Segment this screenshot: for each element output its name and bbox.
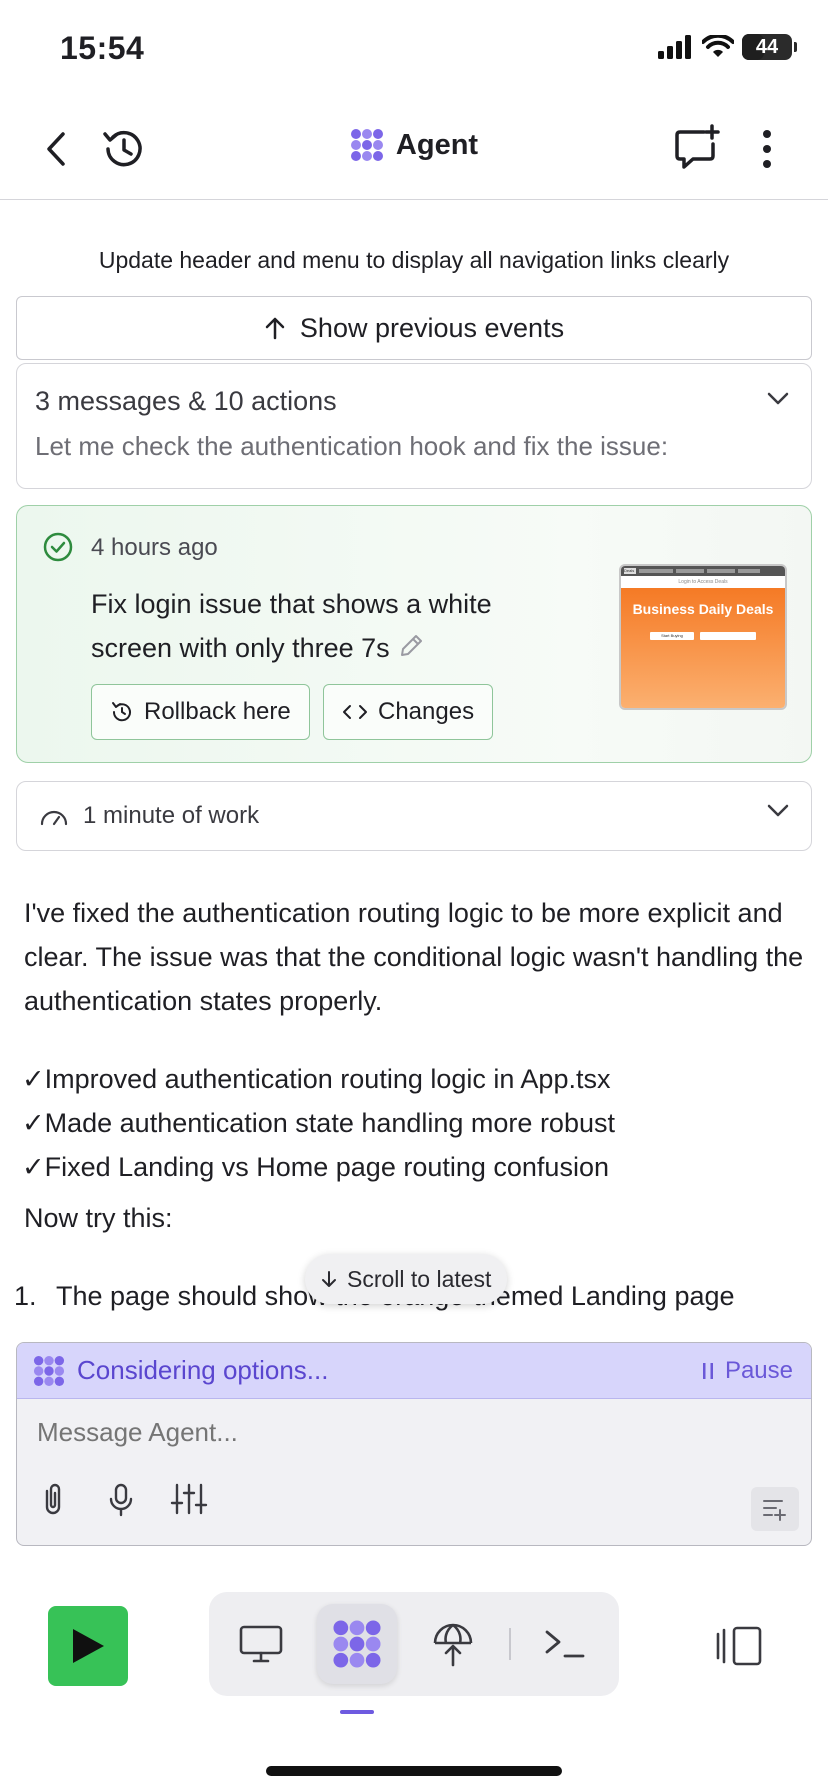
pause-label: Pause: [724, 1356, 793, 1384]
more-options-button[interactable]: [752, 122, 782, 176]
thumbnail-brand: Deals: [624, 568, 636, 574]
list-add-icon: [763, 1500, 786, 1521]
app-header: Agent: [0, 100, 828, 200]
changes-button[interactable]: Changes: [323, 684, 494, 740]
agent-status-label: Considering options...: [77, 1355, 329, 1385]
sidebar-panel-icon: [716, 1626, 762, 1666]
list-item: ✓Improved authentication routing logic i…: [22, 1064, 611, 1094]
status-time: 15:54: [60, 30, 145, 66]
voice-input-button[interactable]: [101, 1479, 141, 1524]
fix-list: ✓Improved authentication routing logic i…: [22, 1057, 615, 1189]
monitor-icon: [239, 1625, 283, 1663]
home-indicator: [266, 1766, 562, 1776]
tool-agent[interactable]: [317, 1604, 397, 1684]
attach-button[interactable]: [33, 1479, 73, 1524]
message-input[interactable]: [37, 1417, 737, 1448]
agent-logo-icon: [350, 129, 383, 161]
changes-label: Changes: [378, 698, 475, 725]
edit-pencil-button[interactable]: [398, 628, 424, 672]
arrow-up-icon: [265, 317, 285, 340]
work-duration-bar[interactable]: 1 minute of work: [16, 781, 812, 851]
status-icons: 44: [658, 34, 797, 60]
summary-count: 3 messages & 10 actions: [35, 386, 337, 416]
agent-message-paragraph: I've fixed the authentication routing lo…: [24, 898, 804, 1016]
actions-summary[interactable]: 3 messages & 10 actions Let me check the…: [16, 363, 812, 489]
now-try-heading: Now try this:: [24, 1203, 173, 1233]
tool-divider: [509, 1628, 511, 1660]
agent-status-strip: Considering options... Pause: [17, 1343, 811, 1399]
thumbnail-buttons: Start Buying: [621, 632, 785, 640]
scroll-to-latest-label: Scroll to latest: [347, 1265, 492, 1292]
tool-deploy[interactable]: [413, 1604, 493, 1684]
checkpoint-message-text: Fix login issue that shows a white scree…: [91, 589, 492, 663]
chevron-down-icon: [767, 804, 789, 817]
summary-text: Let me check the authentication hook and…: [35, 431, 669, 461]
gauge-icon: [40, 810, 68, 826]
sliders-icon: [170, 1483, 208, 1515]
play-icon: [73, 1629, 104, 1663]
rollback-label: Rollback here: [144, 698, 291, 725]
rollback-button[interactable]: Rollback here: [91, 684, 310, 740]
settings-button[interactable]: [169, 1479, 209, 1524]
thumbnail-description: [639, 620, 767, 626]
chat-thread[interactable]: Update header and menu to display all na…: [0, 201, 828, 1341]
show-previous-events-button[interactable]: Show previous events: [16, 296, 812, 360]
checkpoint-time: 4 hours ago: [91, 534, 218, 561]
task-title: Update header and menu to display all na…: [98, 247, 730, 273]
more-vertical-icon: [763, 130, 771, 168]
checkpoint-message: Fix login issue that shows a white scree…: [91, 582, 511, 672]
signal-icon: [658, 35, 691, 59]
tool-shell[interactable]: [525, 1604, 605, 1684]
list-item: ✓Fixed Landing vs Home page routing conf…: [22, 1152, 609, 1182]
pause-icon: [702, 1362, 713, 1379]
microphone-icon: [109, 1483, 133, 1517]
battery-indicator: 44: [742, 34, 797, 60]
add-to-queue-button[interactable]: [751, 1487, 799, 1531]
terminal-icon: [545, 1630, 585, 1658]
battery-level: 44: [755, 35, 779, 58]
thumbnail-nav: Deals: [621, 566, 785, 576]
new-chat-button[interactable]: [672, 122, 722, 172]
pencil-icon: [400, 634, 422, 656]
agent-logo-icon: [333, 1620, 381, 1668]
list-item: ✓Made authentication state handling more…: [22, 1108, 615, 1138]
new-chat-icon: [675, 124, 720, 169]
message-composer: Considering options... Pause: [16, 1342, 812, 1546]
tool-preview[interactable]: [221, 1604, 301, 1684]
composer-tools: [33, 1479, 209, 1524]
status-bar: 15:54 44: [0, 0, 828, 100]
thumbnail-title: Business Daily Deals: [632, 601, 774, 617]
wifi-icon: [702, 35, 734, 57]
globe-upload-icon: [433, 1623, 473, 1667]
paperclip-icon: [45, 1483, 61, 1515]
checkpoint-preview-thumbnail[interactable]: Deals Login to Access Deals Business Dai…: [619, 564, 787, 710]
checkpoint-card: 4 hours ago Fix login issue that shows a…: [16, 505, 812, 763]
code-icon: [343, 705, 367, 719]
active-tab-indicator: [340, 1710, 374, 1714]
pause-button[interactable]: Pause: [701, 1357, 793, 1385]
rollback-icon: [112, 702, 131, 722]
work-duration-label: 1 minute of work: [83, 802, 260, 829]
workspace-tools: [209, 1592, 619, 1696]
step-number: 1.: [14, 1281, 37, 1311]
run-button[interactable]: [48, 1606, 128, 1686]
chevron-down-icon: [767, 392, 789, 405]
thumbnail-hero: Business Daily Deals Start Buying: [621, 588, 785, 708]
page-title: Agent: [395, 128, 479, 161]
agent-logo-icon: [33, 1355, 65, 1386]
toggle-panel-button[interactable]: [714, 1624, 766, 1673]
arrow-down-icon: [322, 1271, 336, 1287]
thumbnail-secondary-button: [700, 632, 756, 640]
check-circle-icon: [43, 532, 73, 562]
scroll-to-latest-button[interactable]: Scroll to latest: [305, 1254, 508, 1304]
thumbnail-subtitle: Login to Access Deals: [621, 576, 785, 588]
thumbnail-start-button: Start Buying: [650, 632, 694, 640]
show-previous-label: Show previous events: [299, 312, 565, 343]
